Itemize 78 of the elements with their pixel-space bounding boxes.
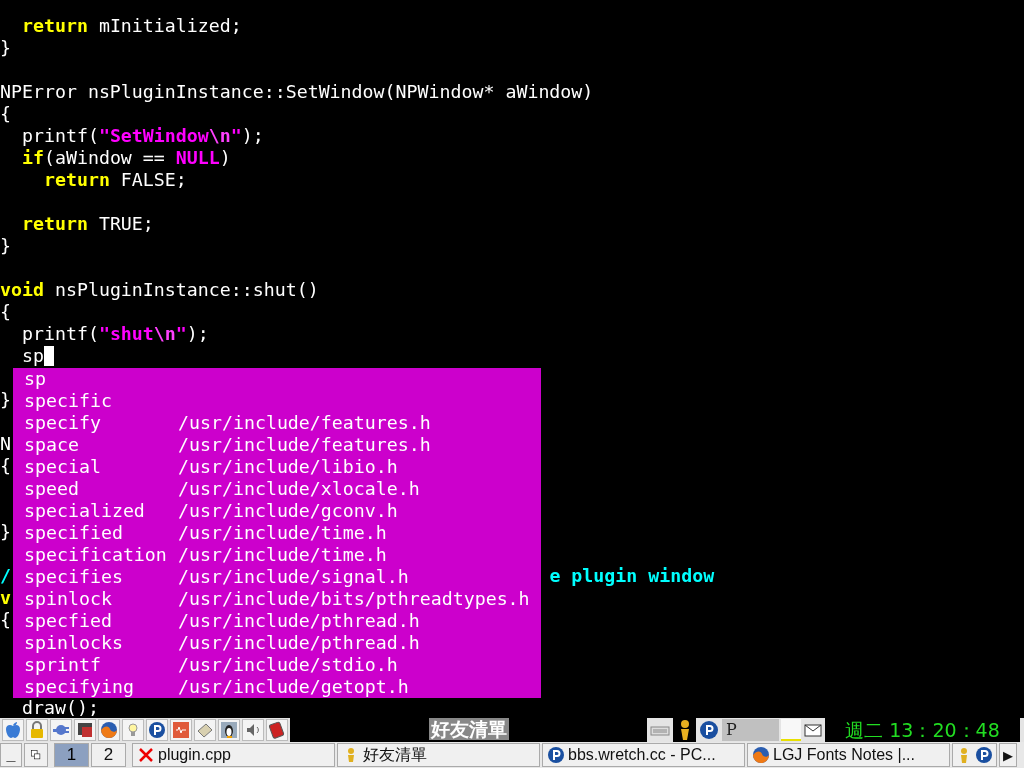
completion-word[interactable]: space bbox=[24, 434, 178, 456]
completion-word[interactable]: spinlocks bbox=[24, 632, 178, 654]
completion-word[interactable]: specifying bbox=[24, 676, 178, 698]
completion-word[interactable]: spinlock bbox=[24, 588, 178, 610]
completion-word[interactable]: specialized bbox=[24, 500, 178, 522]
task-button[interactable]: bbs.wretch.cc - PC... bbox=[542, 743, 745, 767]
minimize-button[interactable]: _ bbox=[0, 743, 22, 767]
completion-source: /usr/include/pthread.h bbox=[178, 610, 420, 632]
completion-source: /usr/include/pthread.h bbox=[178, 632, 420, 654]
task-button[interactable]: LGJ Fonts Notes |... bbox=[747, 743, 950, 767]
code-line: return mInitialized; bbox=[20, 15, 242, 37]
completion-word[interactable]: specify bbox=[24, 412, 178, 434]
code-line: { bbox=[0, 301, 11, 323]
completion-source: /usr/include/gconv.h bbox=[178, 500, 398, 522]
completion-word[interactable]: sp bbox=[24, 368, 178, 390]
launcher-button[interactable] bbox=[266, 719, 288, 741]
code-line: return TRUE; bbox=[20, 213, 154, 235]
completion-word[interactable]: specific bbox=[24, 390, 178, 412]
completion-word[interactable]: specfied bbox=[24, 610, 178, 632]
completion-source: /usr/include/stdio.h bbox=[178, 654, 398, 676]
screen-icon bbox=[75, 720, 95, 740]
completion-source: /usr/include/features.h bbox=[178, 412, 431, 434]
completion-word[interactable]: speed bbox=[24, 478, 178, 500]
completion-source: /usr/include/features.h bbox=[178, 434, 431, 456]
task-button[interactable]: 好友清單 bbox=[337, 743, 540, 767]
completion-source: /usr/include/time.h bbox=[178, 544, 387, 566]
code-line: e plugin window bbox=[549, 565, 715, 587]
desktop-tab[interactable]: 1 bbox=[54, 743, 89, 767]
completion-word[interactable]: specified bbox=[24, 522, 178, 544]
completion-source: /usr/include/getopt.h bbox=[178, 676, 409, 698]
code-line: { bbox=[0, 103, 11, 125]
code-line: void nsPluginInstance::shut() bbox=[0, 279, 319, 301]
completion-source: /usr/include/xlocale.h bbox=[178, 478, 420, 500]
code-line: } bbox=[0, 521, 11, 543]
x-mark-icon bbox=[137, 746, 155, 764]
completion-source: /usr/include/bits/pthreadtypes.h bbox=[178, 588, 530, 610]
code-line: if(aWindow == NULL) bbox=[20, 147, 231, 169]
equalizer-icon bbox=[171, 720, 191, 740]
code-line: N bbox=[0, 433, 11, 455]
code-line: printf("shut\n"); bbox=[20, 323, 209, 345]
panel-label: 好友清單 bbox=[428, 718, 509, 740]
task-button[interactable]: plugin.cpp bbox=[132, 743, 335, 767]
p-logo-icon[interactable] bbox=[698, 719, 720, 741]
p-logo-icon bbox=[147, 720, 167, 740]
launcher-button[interactable] bbox=[146, 719, 168, 741]
tray-indicator bbox=[781, 719, 801, 741]
p-logo-icon[interactable] bbox=[974, 746, 993, 764]
code-line: printf("SetWindow\n"); bbox=[20, 125, 264, 147]
completion-word[interactable]: sprintf bbox=[24, 654, 178, 676]
p-logo-icon bbox=[547, 746, 565, 764]
code-line: v bbox=[0, 587, 11, 609]
code-line: draw(); bbox=[20, 697, 99, 718]
code-line: } bbox=[0, 389, 11, 411]
completion-source: /usr/include/signal.h bbox=[178, 566, 409, 588]
completion-source: /usr/include/time.h bbox=[178, 522, 387, 544]
launcher-button[interactable] bbox=[74, 719, 96, 741]
completion-word[interactable]: specifies bbox=[24, 566, 178, 588]
code-line: sp bbox=[20, 345, 44, 367]
apple-icon bbox=[3, 720, 23, 740]
code-line: NPError nsPluginInstance::SetWindow(NPWindow* aWindow) bbox=[0, 81, 594, 103]
desktop-tab[interactable]: 2 bbox=[91, 743, 126, 767]
code-line: / bbox=[0, 565, 11, 587]
code-line: } bbox=[0, 235, 11, 257]
code-line: } bbox=[0, 37, 11, 59]
globe-icon bbox=[752, 746, 770, 764]
completion-word[interactable]: specification bbox=[24, 544, 178, 566]
card-icon bbox=[267, 720, 287, 740]
clock: 週二 13：20：48 bbox=[825, 718, 1020, 742]
launcher-button[interactable] bbox=[218, 719, 240, 741]
completion-word[interactable]: special bbox=[24, 456, 178, 478]
penguin-icon bbox=[219, 720, 239, 740]
completion-source: /usr/include/libio.h bbox=[178, 456, 398, 478]
globe-icon bbox=[99, 720, 119, 740]
code-line: { bbox=[0, 609, 11, 631]
tray-label: P bbox=[722, 719, 779, 741]
code-line: { bbox=[0, 455, 11, 477]
code-line: return FALSE; bbox=[42, 169, 187, 191]
window-list-button[interactable] bbox=[24, 743, 48, 767]
